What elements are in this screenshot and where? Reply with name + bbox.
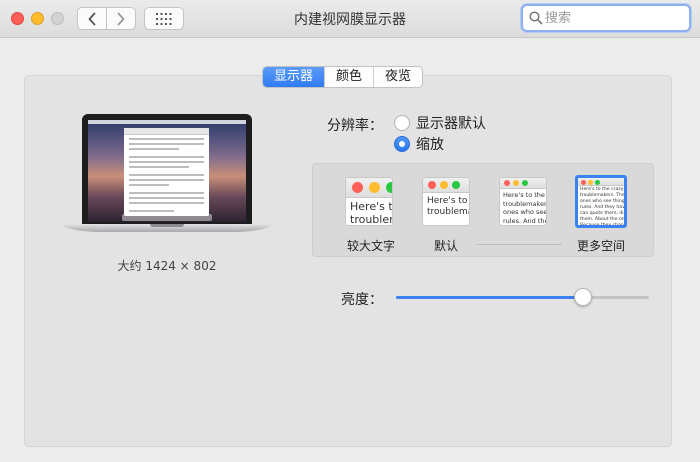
resolution-readout: 大约 1424 × 802	[117, 259, 217, 273]
back-forward-control	[77, 7, 136, 30]
radio-button-selected[interactable]	[394, 136, 410, 152]
scale-divider-line	[476, 244, 562, 245]
radio-scaled[interactable]: 缩放	[394, 134, 444, 154]
scale-option-2[interactable]: Here's to th troublemake	[422, 177, 470, 226]
sample-text: Here's to troublem	[350, 200, 392, 226]
brightness-slider[interactable]	[396, 288, 649, 306]
forward-button[interactable]	[106, 8, 135, 29]
default-label: 默认	[433, 239, 458, 253]
laptop-lid	[82, 114, 252, 224]
laptop-screen	[88, 120, 246, 222]
search-icon	[529, 11, 543, 25]
search-field[interactable]	[521, 4, 691, 32]
dock-thumbnail	[122, 214, 212, 221]
title-bar: 内建视网膜显示器	[0, 0, 700, 38]
sample-text: Here's to the crazy one troublemakers. T…	[580, 187, 624, 228]
scale-option-larger-text[interactable]: Here's to troublem	[345, 177, 393, 226]
radio-default-for-display[interactable]: 显示器默认	[394, 113, 486, 133]
minimize-window-button[interactable]	[31, 12, 44, 25]
radio-label: 显示器默认	[416, 116, 486, 132]
tab-color[interactable]: 颜色	[324, 67, 373, 87]
search-input[interactable]	[545, 9, 685, 27]
scale-option-3[interactable]: Here's to the cr troublemakers. ones who…	[499, 177, 547, 226]
document-window-thumbnail	[124, 128, 209, 216]
radio-label: 缩放	[416, 137, 444, 153]
brightness-slider-knob[interactable]	[574, 288, 592, 306]
more-space-label: 更多空间	[576, 239, 625, 253]
brightness-slider-fill	[396, 296, 583, 299]
scale-option-more-space[interactable]: Here's to the crazy one troublemakers. T…	[575, 175, 627, 228]
sample-text: Here's to th troublemake	[427, 196, 469, 217]
sample-text: Here's to the cr troublemakers. ones who…	[503, 191, 546, 225]
resolution-label: 分辨率：	[327, 118, 383, 134]
back-button[interactable]	[78, 8, 106, 29]
larger-text-label: 较大文字	[346, 239, 395, 253]
laptop-preview-image	[62, 114, 272, 242]
close-window-button[interactable]	[11, 12, 24, 25]
window-title: 内建视网膜显示器	[294, 12, 406, 28]
tab-night-shift[interactable]: 夜览	[373, 67, 422, 87]
grid-icon	[156, 12, 172, 25]
zoom-window-button[interactable]	[51, 12, 64, 25]
chevron-left-icon	[88, 12, 96, 25]
brightness-label: 亮度：	[341, 292, 383, 308]
segmented-tabs: 显示器 颜色 夜览	[262, 66, 424, 88]
show-all-button[interactable]	[144, 7, 184, 30]
chevron-right-icon	[117, 12, 125, 25]
radio-button[interactable]	[394, 115, 410, 131]
tab-display[interactable]: 显示器	[263, 67, 325, 87]
